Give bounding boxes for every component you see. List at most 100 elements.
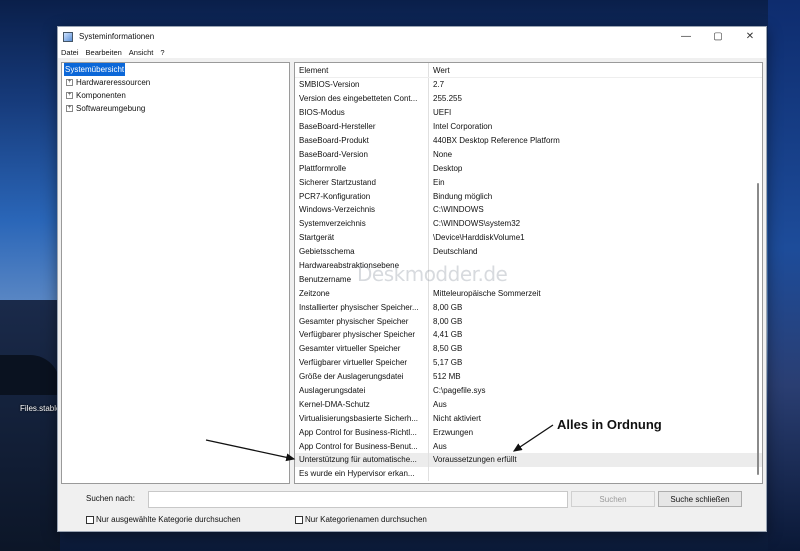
expand-plus-icon[interactable]: + <box>66 79 73 86</box>
system-info-app-icon <box>63 31 73 42</box>
search-options: Nur ausgewählte Kategorie durchsuchen Nu… <box>58 515 766 527</box>
row-element-cell: Gesamter physischer Speicher <box>299 316 409 326</box>
checkbox-category-names[interactable]: Nur Kategorienamen durchsuchen <box>295 515 427 524</box>
desktop-background-shore <box>0 300 60 551</box>
row-element-cell: Auslagerungsdatei <box>299 386 366 396</box>
desktop-icon-label[interactable]: Files.stable <box>20 404 60 413</box>
row-element-cell: BIOS-Modus <box>299 108 345 118</box>
row-value-cell: C:\WINDOWS <box>433 205 484 215</box>
table-row[interactable]: PCR7-Konfiguration Bindung möglich <box>295 189 762 204</box>
row-value-cell: Desktop <box>433 163 463 173</box>
table-row[interactable]: Virtualisierungsbasierte Sicherh... Nicht… <box>295 411 762 426</box>
tree-item-systemuebersicht[interactable]: Systemübersicht <box>62 63 289 76</box>
row-value-cell: \Device\HarddiskVolume1 <box>433 233 525 243</box>
table-row[interactable]: Gesamter virtueller Speicher 8,50 GB <box>295 341 762 356</box>
table-row[interactable]: Version des eingebetteten Cont... 255.255 <box>295 91 762 106</box>
table-row[interactable]: BaseBoard-Hersteller Intel Corporation <box>295 119 762 134</box>
row-value-cell: Erzwungen <box>433 427 474 437</box>
category-tree: Systemübersicht + Hardwareressourcen + K… <box>61 62 290 484</box>
table-row[interactable]: SMBIOS-Version 2.7 <box>295 78 762 92</box>
row-element-cell: SMBIOS-Version <box>299 80 360 90</box>
vertical-scrollbar[interactable] <box>757 183 759 475</box>
row-value-cell: Nicht aktiviert <box>433 413 482 423</box>
expand-plus-icon[interactable]: + <box>66 92 73 99</box>
minimize-button[interactable]: — <box>670 27 702 46</box>
menu-help[interactable]: ? <box>160 48 164 57</box>
table-row[interactable]: Kernel-DMA-Schutz Aus <box>295 397 762 412</box>
checkbox-icon[interactable] <box>295 515 303 524</box>
table-row[interactable]: Unterstützung für automatische... Vorauss… <box>295 453 762 467</box>
tree-item-komponenten[interactable]: + Komponenten <box>62 89 289 102</box>
table-row[interactable]: Sicherer Startzustand Ein <box>295 175 762 190</box>
row-value-cell: Aus <box>433 441 447 451</box>
column-header-wert[interactable]: Wert <box>429 66 450 75</box>
table-row[interactable]: Es wurde ein Hypervisor erkan... <box>295 466 762 481</box>
window-controls: — ▢ ✕ <box>670 27 766 46</box>
row-value-cell: 2.7 <box>433 80 445 90</box>
row-element-cell: Gesamter virtueller Speicher <box>299 344 401 354</box>
search-area: Suchen nach: Suchen Suche schließen <box>58 491 766 509</box>
row-element-cell: Sicherer Startzustand <box>299 177 376 187</box>
table-row[interactable]: Installierter physischer Speicher... 8,00… <box>295 300 762 315</box>
table-row[interactable]: Verfügbarer physischer Speicher 4,41 GB <box>295 328 762 342</box>
row-element-cell: Installierter physischer Speicher... <box>299 302 419 312</box>
row-value-cell: None <box>433 149 453 159</box>
table-row[interactable]: BaseBoard-Produkt 440BX Desktop Reference… <box>295 133 762 148</box>
row-value-cell: Intel Corporation <box>433 122 493 132</box>
table-row[interactable]: Startgerät \Device\HarddiskVolume1 <box>295 230 762 245</box>
row-element-cell: Es wurde ein Hypervisor erkan... <box>299 469 415 479</box>
annotation-label: Alles in Ordnung <box>557 417 662 432</box>
row-element-cell: Unterstützung für automatische... <box>299 455 417 465</box>
row-element-cell: Größe der Auslagerungsdatei <box>299 372 404 382</box>
row-value-cell: 440BX Desktop Reference Platform <box>433 136 560 145</box>
table-row[interactable]: BaseBoard-Version None <box>295 147 762 162</box>
row-element-cell: Verfügbarer physischer Speicher <box>299 330 416 340</box>
table-row[interactable]: Auslagerungsdatei C:\pagefile.sys <box>295 383 762 398</box>
table-row[interactable]: Windows-Verzeichnis C:\WINDOWS <box>295 203 762 217</box>
row-value-cell: Mitteleuropäische Sommerzeit <box>433 288 541 298</box>
table-row[interactable]: BIOS-Modus UEFI <box>295 105 762 120</box>
tree-item-label: Softwareumgebung <box>76 104 146 113</box>
row-value-cell: 255.255 <box>433 94 462 104</box>
maximize-button[interactable]: ▢ <box>702 27 734 46</box>
table-row[interactable]: Systemverzeichnis C:\WINDOWS\system32 <box>295 216 762 231</box>
row-element-cell: BaseBoard-Produkt <box>299 136 369 145</box>
tree-item-label: Hardwareressourcen <box>76 78 151 87</box>
row-value-cell: Deutschland <box>433 247 478 257</box>
search-button[interactable]: Suchen <box>571 491 655 507</box>
checkbox-label: Nur ausgewählte Kategorie durchsuchen <box>96 515 241 524</box>
menu-ansicht[interactable]: Ansicht <box>129 48 154 57</box>
tree-item-label: Systemübersicht <box>64 63 126 76</box>
table-row[interactable]: App Control for Business-Richtl... Erzwun… <box>295 425 762 440</box>
table-row[interactable]: Größe der Auslagerungsdatei 512 MB <box>295 369 762 384</box>
row-element-cell: Kernel-DMA-Schutz <box>299 399 370 409</box>
menu-bar: Datei Bearbeiten Ansicht ? <box>58 46 766 58</box>
table-row[interactable]: App Control for Business-Benut... Aus <box>295 439 762 454</box>
table-row[interactable]: Zeitzone Mitteleuropäische Sommerzeit <box>295 286 762 301</box>
row-value-cell: 512 MB <box>433 372 461 382</box>
row-element-cell: BaseBoard-Version <box>299 149 368 159</box>
row-value-cell: 8,00 GB <box>433 316 463 326</box>
close-search-button[interactable]: Suche schließen <box>658 491 742 507</box>
title-bar[interactable]: Systeminformationen — ▢ ✕ <box>58 27 766 46</box>
column-header-element[interactable]: Element <box>295 66 428 75</box>
tree-item-softwareumgebung[interactable]: + Softwareumgebung <box>62 102 289 115</box>
checkbox-icon[interactable] <box>86 515 94 524</box>
table-row[interactable]: Gebietsschema Deutschland <box>295 244 762 259</box>
table-row[interactable]: Verfügbarer virtueller Speicher 5,17 GB <box>295 355 762 370</box>
table-row[interactable]: Gesamter physischer Speicher 8,00 GB <box>295 314 762 329</box>
tree-item-hardwareressourcen[interactable]: + Hardwareressourcen <box>62 76 289 89</box>
row-element-cell: BaseBoard-Hersteller <box>299 122 376 132</box>
menu-bearbeiten[interactable]: Bearbeiten <box>86 48 122 57</box>
row-element-cell: Virtualisierungsbasierte Sicherh... <box>299 413 419 423</box>
search-input[interactable] <box>148 491 568 508</box>
column-separator <box>428 466 429 481</box>
checkbox-selected-category[interactable]: Nur ausgewählte Kategorie durchsuchen <box>86 515 241 524</box>
menu-datei[interactable]: Datei <box>61 48 79 57</box>
row-element-cell: Zeitzone <box>299 288 330 298</box>
row-value-cell: Ein <box>433 177 445 187</box>
row-value-cell: 5,17 GB <box>433 358 463 368</box>
expand-plus-icon[interactable]: + <box>66 105 73 112</box>
table-row[interactable]: Plattformrolle Desktop <box>295 161 762 176</box>
close-button[interactable]: ✕ <box>734 27 766 46</box>
